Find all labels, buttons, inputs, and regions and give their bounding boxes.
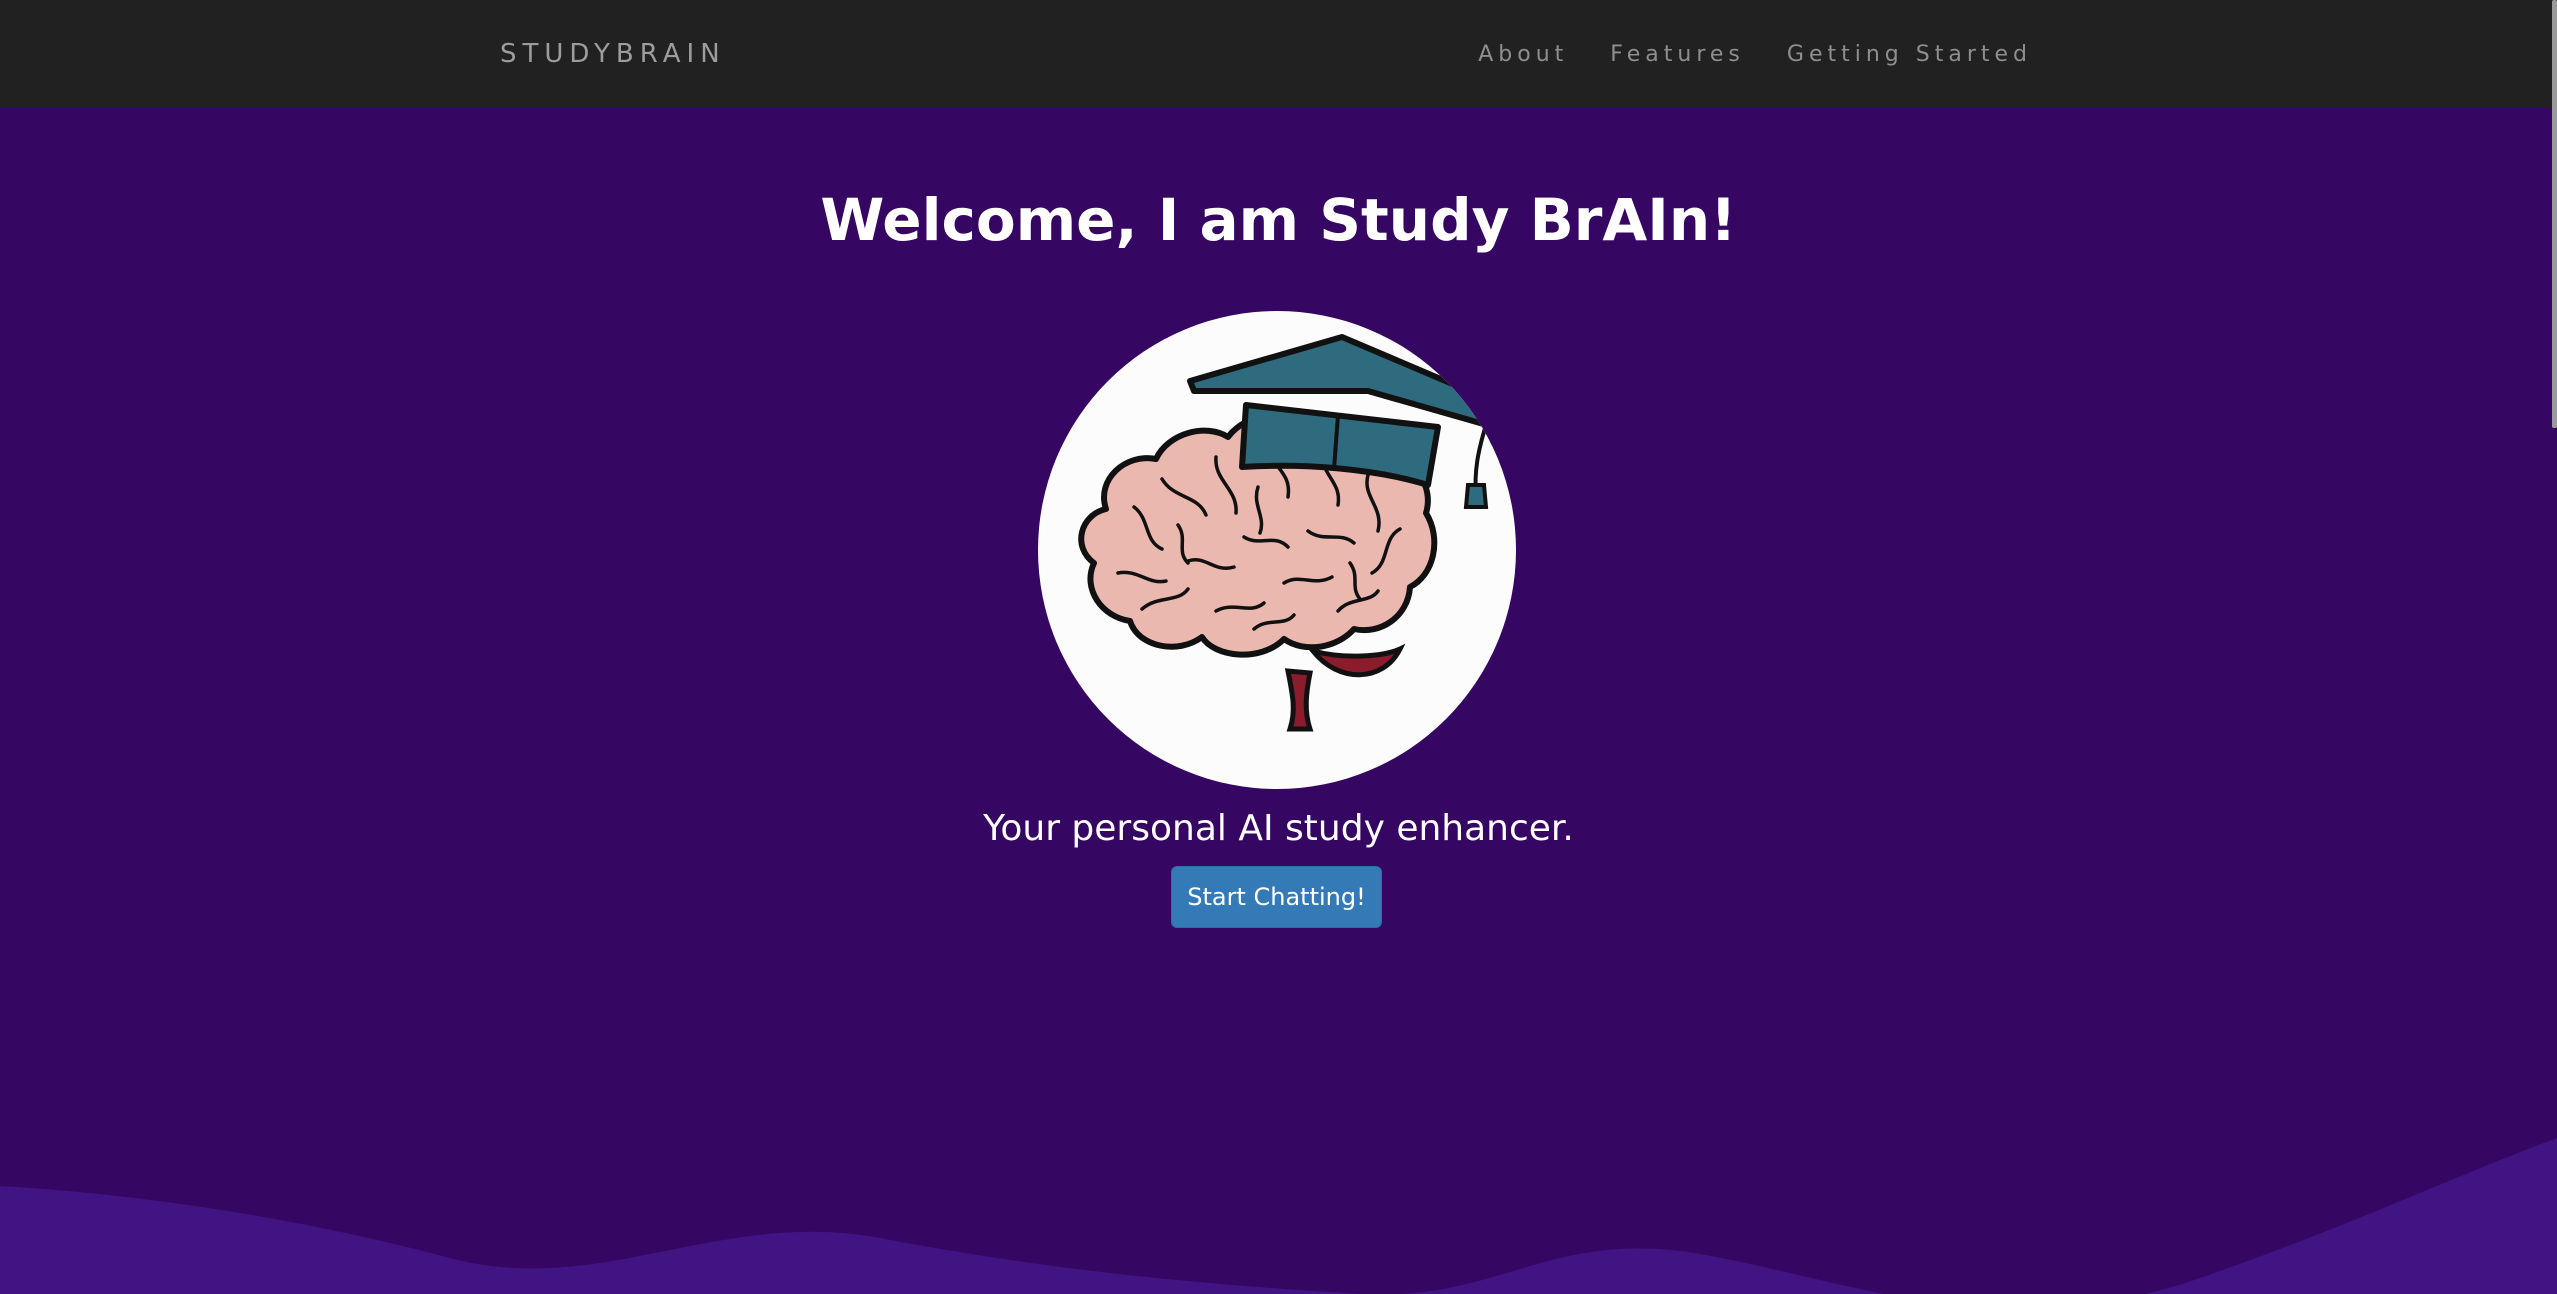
navbar: STUDYBRAIN About Features Getting Starte…: [0, 0, 2557, 108]
tagline: Your personal AI study enhancer.: [983, 808, 1574, 849]
nav-links: About Features Getting Started: [1478, 40, 2032, 70]
page-title: Welcome, I am Study BrAIn!: [820, 186, 1737, 254]
nav-link-getting-started[interactable]: Getting Started: [1787, 40, 2032, 70]
brand-logo-link[interactable]: STUDYBRAIN: [500, 38, 726, 70]
nav-link-about[interactable]: About: [1478, 40, 1568, 70]
scrollbar-thumb[interactable]: [2552, 0, 2557, 428]
start-chatting-button[interactable]: Start Chatting!: [1171, 866, 1382, 928]
nav-link-features[interactable]: Features: [1610, 40, 1745, 70]
decorative-wave: [0, 1138, 2557, 1294]
brain-with-graduation-cap-icon: [1038, 311, 1516, 789]
hero-section: Welcome, I am Study BrAIn! Your personal…: [0, 108, 2557, 1294]
